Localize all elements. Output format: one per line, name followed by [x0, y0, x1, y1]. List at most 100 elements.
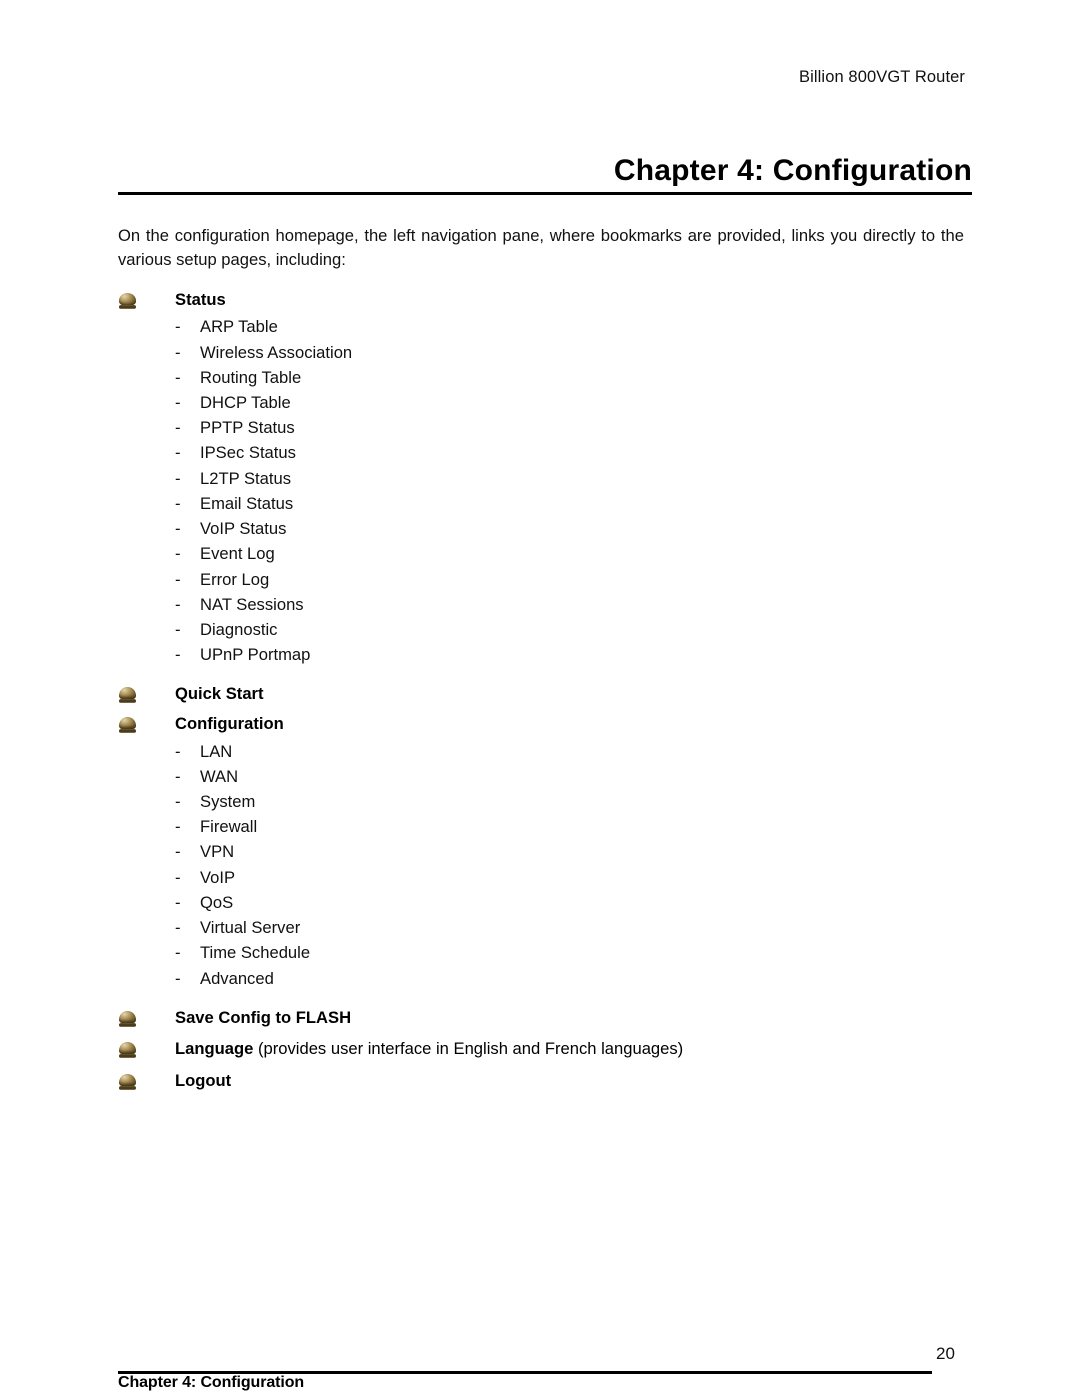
bookmark-bullet-icon — [118, 291, 138, 310]
list-item-label: Time Schedule — [200, 943, 311, 963]
list-item[interactable]: - Wireless Association — [118, 340, 964, 365]
list-item[interactable]: - Routing Table — [118, 365, 964, 390]
list-dash: - — [175, 791, 181, 811]
list-dash: - — [175, 418, 181, 438]
list-dash: - — [175, 817, 181, 837]
list-dash: - — [175, 493, 181, 513]
list-dash: - — [175, 317, 181, 337]
list-item-label: IPSec Status — [200, 443, 296, 463]
list-item[interactable]: - Advanced — [118, 966, 964, 991]
list-item-label: QoS — [200, 892, 234, 912]
list-dash: - — [175, 468, 181, 488]
list-item-label: PPTP Status — [200, 418, 295, 438]
list-item[interactable]: - Diagnostic — [118, 617, 964, 642]
list-item[interactable]: - VPN — [118, 839, 964, 864]
list-item[interactable]: - PPTP Status — [118, 415, 964, 440]
bookmark-label-language: Language (provides user interface in Eng… — [175, 1038, 683, 1060]
list-item[interactable]: - System — [118, 789, 964, 814]
list-dash: - — [175, 594, 181, 614]
bookmark-configuration[interactable]: Configuration — [118, 713, 964, 735]
list-item[interactable]: - WAN — [118, 764, 964, 789]
bookmark-logout[interactable]: Logout — [118, 1070, 964, 1092]
intro-paragraph: On the configuration homepage, the left … — [118, 226, 964, 270]
list-dash: - — [175, 867, 181, 887]
list-item-label: VoIP — [200, 867, 236, 887]
list-item[interactable]: - Event Log — [118, 541, 964, 566]
list-item-label: Virtual Server — [200, 918, 301, 938]
list-dash: - — [175, 342, 181, 362]
list-dash: - — [175, 968, 181, 988]
list-item[interactable]: - Firewall — [118, 814, 964, 839]
page-title: Chapter 4: Configuration — [118, 154, 972, 195]
bookmark-label-quick-start: Quick Start — [175, 684, 264, 704]
bookmark-bullet-icon — [118, 1009, 138, 1028]
list-dash: - — [175, 569, 181, 589]
bookmark-label-save-config-to-flash: Save Config to FLASH — [175, 1007, 352, 1027]
list-item-label: DHCP Table — [200, 393, 291, 412]
bookmark-quick-start[interactable]: Quick Start — [118, 683, 964, 705]
list-item-label: Error Log — [200, 569, 270, 589]
list-item[interactable]: - ARP Table — [118, 314, 964, 339]
list-dash: - — [175, 393, 181, 412]
list-item[interactable]: - Email Status — [118, 491, 964, 516]
list-dash: - — [175, 443, 181, 463]
list-item-label: ARP Table — [200, 317, 278, 337]
list-item[interactable]: - VoIP — [118, 865, 964, 890]
list-item[interactable]: - Virtual Server — [118, 915, 964, 940]
list-item[interactable]: - Error Log — [118, 567, 964, 592]
list-item[interactable]: - QoS — [118, 890, 964, 915]
page-number: 20 — [936, 1344, 955, 1363]
status-sub-list: - ARP Table - Wireless Association - Routin… — [118, 314, 964, 667]
list-item-label: Wireless Association — [200, 342, 353, 362]
list-item-label: NAT Sessions — [200, 594, 304, 614]
list-item[interactable]: - LAN — [118, 739, 964, 764]
list-dash: - — [175, 943, 181, 963]
bookmark-label-language-term: Language — [175, 1039, 254, 1059]
bookmark-bullet-icon — [118, 1072, 138, 1091]
list-item-label: VPN — [200, 842, 235, 862]
bookmark-bullet-icon — [118, 685, 138, 704]
list-item-label: Routing Table — [200, 367, 302, 387]
bookmark-label-status: Status — [175, 289, 226, 309]
bookmark-label-configuration: Configuration — [175, 713, 284, 733]
list-item-label: Advanced — [200, 968, 274, 988]
list-dash: - — [175, 741, 181, 761]
document-body: On the configuration homepage, the left … — [118, 224, 964, 1095]
list-dash: - — [175, 892, 181, 912]
running-header: Billion 800VGT Router — [799, 68, 965, 86]
list-dash: - — [175, 519, 181, 539]
list-item[interactable]: - VoIP Status — [118, 516, 964, 541]
list-item-label: LAN — [200, 741, 233, 761]
list-item-label: Event Log — [200, 544, 275, 564]
list-item[interactable]: - DHCP Table — [118, 390, 964, 415]
list-item-label: System — [200, 791, 256, 811]
list-item[interactable]: - L2TP Status — [118, 466, 964, 491]
list-dash: - — [175, 766, 181, 786]
list-dash: - — [175, 918, 181, 938]
footer-title: Chapter 4: Configuration — [118, 1374, 305, 1391]
list-dash: - — [175, 544, 181, 564]
list-dash: - — [175, 842, 181, 862]
list-item[interactable]: - IPSec Status — [118, 440, 964, 465]
list-dash: - — [175, 619, 181, 639]
bookmark-bullet-icon — [118, 715, 138, 734]
bookmark-label-logout: Logout — [175, 1070, 232, 1090]
list-item[interactable]: - UPnP Portmap — [118, 642, 964, 667]
list-item[interactable]: - NAT Sessions — [118, 592, 964, 617]
bookmark-bullet-icon — [118, 1040, 138, 1059]
list-item-label: UPnP Portmap — [200, 645, 311, 665]
list-item-label: L2TP Status — [200, 468, 292, 488]
list-item-label: VoIP Status — [200, 519, 287, 539]
bookmark-save-config-to-flash[interactable]: Save Config to FLASH — [118, 1007, 964, 1029]
bookmark-status[interactable]: Status — [118, 289, 964, 311]
list-dash: - — [175, 645, 181, 665]
bookmark-language[interactable]: Language (provides user interface in Eng… — [118, 1038, 964, 1060]
list-item[interactable]: - Time Schedule — [118, 940, 964, 965]
list-item-label: WAN — [200, 766, 239, 786]
list-item-label: Email Status — [200, 493, 294, 513]
bookmark-label-language-note: (provides user interface in English and … — [253, 1039, 684, 1059]
list-dash: - — [175, 367, 181, 387]
list-item-label: Firewall — [200, 817, 258, 837]
configuration-sub-list: - LAN - WAN - System - Firewall - VPN - VoIP -… — [118, 739, 964, 991]
list-item-label: Diagnostic — [200, 619, 278, 639]
